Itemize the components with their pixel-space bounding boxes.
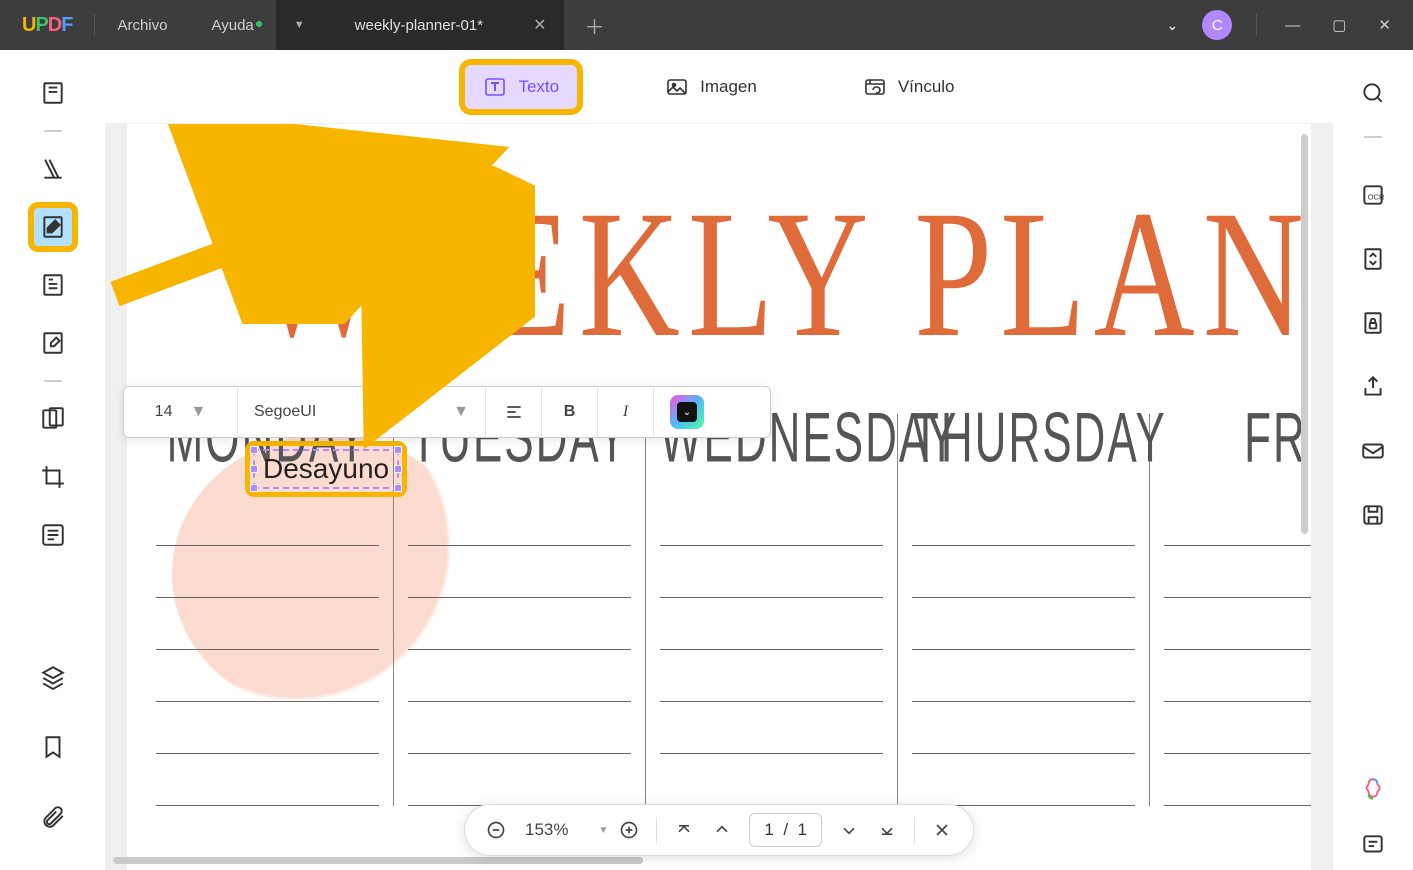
window-close-button[interactable]: ✕ <box>1374 12 1395 38</box>
convert-icon[interactable] <box>1352 238 1394 280</box>
zoom-dropdown-icon[interactable]: ▼ <box>599 825 609 836</box>
horizontal-scrollbar[interactable] <box>113 857 643 864</box>
menu-file[interactable]: Archivo <box>95 17 189 34</box>
notes-panel-icon[interactable] <box>1352 824 1394 866</box>
svg-text:OCR: OCR <box>1368 192 1385 201</box>
textbox-content: Desayuno <box>263 453 389 484</box>
zoom-level[interactable]: 153% <box>517 820 576 840</box>
app-logo: UPDF <box>22 14 72 37</box>
comment-tool-icon[interactable] <box>32 148 74 190</box>
document-page: WEEKLY PLANN MONDAY TUESDAY WEDNESDAY TH… <box>127 124 1311 870</box>
page-navigation-bar: 153% ▼ 1 / 1 <box>464 804 974 856</box>
user-avatar[interactable]: C <box>1202 10 1232 40</box>
tab-title: weekly-planner-01* <box>355 17 483 34</box>
right-sidebar: OCR <box>1333 50 1413 870</box>
prev-page-button[interactable] <box>705 813 739 847</box>
zoom-in-button[interactable] <box>612 813 646 847</box>
email-icon[interactable] <box>1352 430 1394 472</box>
zoom-out-button[interactable] <box>479 813 513 847</box>
font-family-dropdown[interactable]: SegoeUI▼ <box>238 387 486 437</box>
vertical-scrollbar[interactable] <box>1301 134 1308 534</box>
first-page-button[interactable] <box>667 813 701 847</box>
crop-tool-icon[interactable] <box>32 456 74 498</box>
window-minimize-button[interactable]: — <box>1281 13 1304 38</box>
font-size-dropdown[interactable]: 14▼ <box>124 387 238 437</box>
day-header: FR <box>1164 399 1311 479</box>
edit-tool-icon[interactable] <box>32 206 74 248</box>
protect-icon[interactable] <box>1352 302 1394 344</box>
share-icon[interactable] <box>1352 366 1394 408</box>
edit-toolbar: Texto Imagen Vínculo <box>105 50 1333 124</box>
tab-chevron-icon: ▼ <box>294 19 305 31</box>
center-panel: Texto Imagen Vínculo WEEKLY PLANN MONDAY… <box>105 50 1333 870</box>
search-icon[interactable] <box>1352 72 1394 114</box>
redact-tool-icon[interactable] <box>32 514 74 556</box>
main-area: Texto Imagen Vínculo WEEKLY PLANN MONDAY… <box>0 50 1413 870</box>
menu-help[interactable]: Ayuda <box>190 17 276 34</box>
page-tool-icon[interactable] <box>32 398 74 440</box>
attachment-icon[interactable] <box>32 796 74 838</box>
bold-button[interactable]: B <box>542 387 598 437</box>
layers-icon[interactable] <box>32 656 74 698</box>
reader-tool-icon[interactable] <box>32 72 74 114</box>
document-title: WEEKLY PLANN <box>252 170 1311 379</box>
last-page-button[interactable] <box>870 813 904 847</box>
text-format-toolbar: 14▼ SegoeUI▼ B I <box>123 386 771 438</box>
link-tool-button[interactable]: Vínculo <box>845 65 973 109</box>
left-sidebar <box>0 50 105 870</box>
ocr-icon[interactable]: OCR <box>1352 174 1394 216</box>
document-viewport[interactable]: WEEKLY PLANN MONDAY TUESDAY WEDNESDAY TH… <box>105 124 1333 870</box>
form-tool-icon[interactable] <box>32 322 74 364</box>
document-tab[interactable]: ▼ weekly-planner-01* ✕ <box>276 0 565 50</box>
organize-tool-icon[interactable] <box>32 264 74 306</box>
window-dropdown-icon[interactable]: ⌄ <box>1167 17 1179 34</box>
save-icon[interactable] <box>1352 494 1394 536</box>
page-indicator[interactable]: 1 / 1 <box>749 813 822 847</box>
inserted-textbox[interactable]: Desayuno <box>253 449 399 489</box>
bookmark-icon[interactable] <box>32 726 74 768</box>
titlebar: UPDF Archivo Ayuda ▼ weekly-planner-01* … <box>0 0 1413 50</box>
image-tool-button[interactable]: Imagen <box>647 65 775 109</box>
next-page-button[interactable] <box>832 813 866 847</box>
align-button[interactable] <box>486 387 542 437</box>
ai-icon[interactable] <box>1352 768 1394 810</box>
italic-button[interactable]: I <box>598 387 654 437</box>
day-header: THURSDAY <box>912 399 1135 479</box>
close-pagebar-button[interactable] <box>925 813 959 847</box>
text-tool-button[interactable]: Texto <box>465 65 577 109</box>
color-picker-button[interactable] <box>654 387 720 437</box>
inserted-textbox-highlight: Desayuno <box>250 446 402 492</box>
window-maximize-button[interactable]: ▢ <box>1328 12 1350 38</box>
new-tab-button[interactable]: ＋ <box>564 11 624 40</box>
tab-close-button[interactable]: ✕ <box>533 15 546 35</box>
